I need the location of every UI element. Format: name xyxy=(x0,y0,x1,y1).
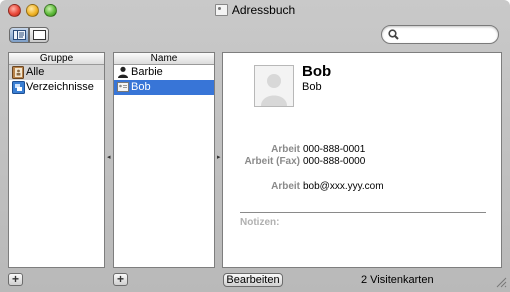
card-and-columns-view-button[interactable] xyxy=(9,27,29,43)
name-item-label: Bob xyxy=(131,81,151,93)
directory-icon xyxy=(12,81,25,94)
title-bar[interactable]: Adressbuch xyxy=(0,0,510,22)
person-silhouette-icon xyxy=(261,74,287,106)
add-group-button[interactable]: + xyxy=(8,273,23,286)
contact-photo[interactable] xyxy=(254,65,294,107)
group-divider-handle[interactable]: ◂ xyxy=(107,154,112,162)
person-icon xyxy=(118,66,128,78)
edit-button[interactable]: Bearbeiten xyxy=(223,273,283,287)
card-only-view-button[interactable] xyxy=(29,27,49,43)
email-label: Arbeit xyxy=(271,181,300,192)
phone-value: 000-888-0001 xyxy=(303,144,366,155)
name-item-barbie[interactable]: Barbie xyxy=(114,65,214,80)
search-field[interactable] xyxy=(381,25,499,44)
card-icon xyxy=(117,82,129,92)
card-count-label: 2 Visitenkarten xyxy=(361,274,434,286)
group-column-header[interactable]: Gruppe xyxy=(9,53,104,65)
add-contact-button[interactable]: + xyxy=(113,273,128,286)
phone-label: Arbeit (Fax) xyxy=(244,156,300,167)
phone-label: Arbeit xyxy=(271,144,300,155)
contact-company[interactable]: Bob xyxy=(302,81,322,93)
phone-value: 000-888-0000 xyxy=(303,156,366,167)
notes-label[interactable]: Notizen: xyxy=(240,217,279,228)
email-value: bob@xxx.yyy.com xyxy=(303,181,384,192)
contact-card: Bob Bob Arbeit 000-888-0001 Arbeit (Fax)… xyxy=(222,52,502,268)
search-input[interactable] xyxy=(402,28,492,41)
group-item-label: Alle xyxy=(26,66,45,78)
name-column-header[interactable]: Name xyxy=(114,53,214,65)
name-list: Name Barbie Bob xyxy=(113,52,215,268)
search-icon xyxy=(388,29,399,40)
name-item-label: Barbie xyxy=(131,66,163,78)
resize-grip-icon[interactable] xyxy=(495,276,507,288)
address-book-icon xyxy=(12,66,24,79)
contact-name[interactable]: Bob xyxy=(302,63,331,80)
window-title: Adressbuch xyxy=(231,3,296,17)
columns-view-icon xyxy=(13,30,26,40)
notes-divider xyxy=(240,212,486,213)
group-item-label: Verzeichnisse xyxy=(26,81,94,93)
group-item-verzeichnisse[interactable]: Verzeichnisse xyxy=(9,80,104,95)
group-list: Gruppe Alle Verzeichnisse xyxy=(8,52,105,268)
window-title-wrap: Adressbuch xyxy=(0,3,510,17)
group-item-alle[interactable]: Alle xyxy=(9,65,104,80)
name-item-bob[interactable]: Bob xyxy=(114,80,214,95)
address-book-window: Adressbuch Gruppe Alle Verzeichnisse ◂ N… xyxy=(0,0,510,292)
address-book-app-icon xyxy=(214,4,228,16)
card-view-icon xyxy=(33,30,46,40)
